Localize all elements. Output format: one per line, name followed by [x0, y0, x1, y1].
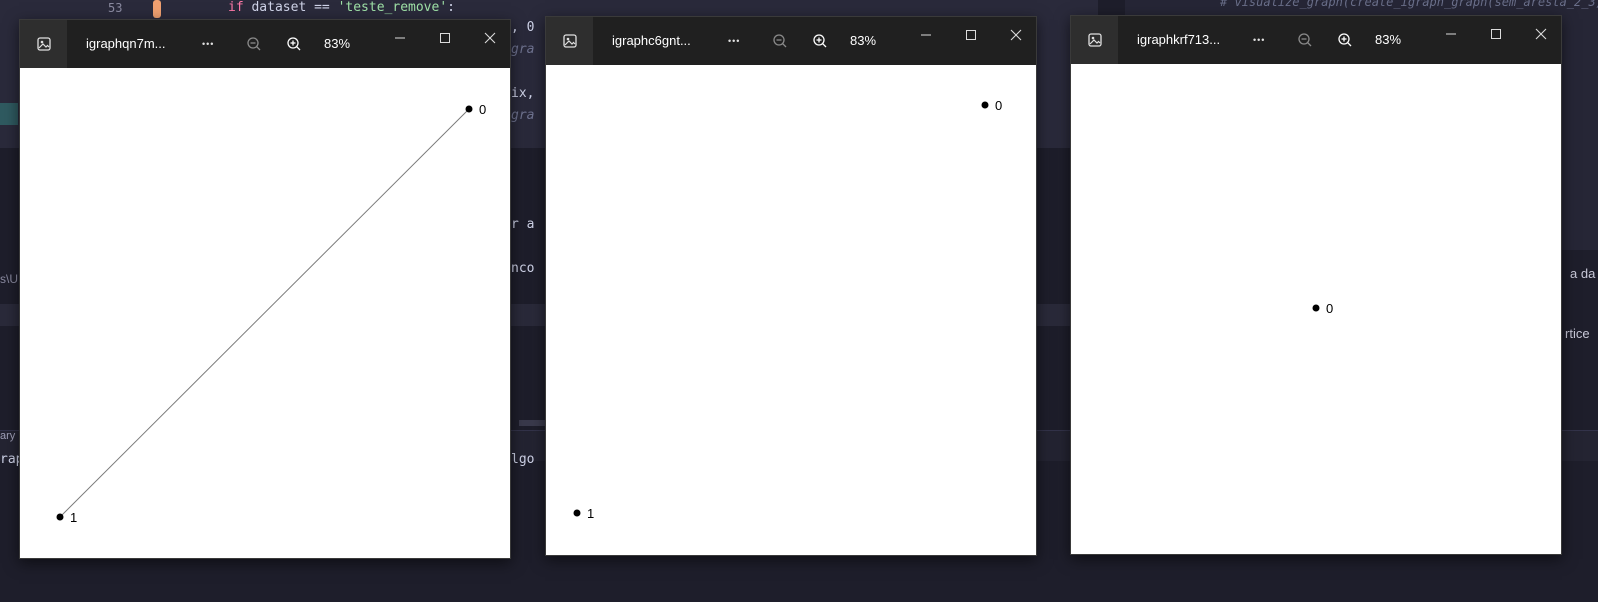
close-icon[interactable] [480, 28, 500, 48]
code-line-53[interactable]: if dataset == 'teste_remove': [228, 0, 455, 15]
panel-label-fragment: ary [0, 430, 16, 442]
image-viewer-window-3[interactable]: igraphkrf713... ••• 83% 0 [1070, 15, 1562, 555]
graph-vertex [1312, 304, 1320, 312]
vertex-label: 1 [70, 510, 77, 525]
vertex-label: 0 [479, 102, 486, 117]
zoom-in-icon[interactable] [1335, 30, 1355, 50]
maximize-icon[interactable] [435, 28, 455, 48]
vertex-label: 0 [995, 98, 1002, 113]
graph-vertex [56, 513, 64, 521]
zoom-in-icon[interactable] [810, 31, 830, 51]
graph-image-canvas: 01 [546, 65, 1036, 555]
zoom-out-icon[interactable] [1295, 30, 1315, 50]
current-line-highlight [0, 103, 18, 125]
close-icon[interactable] [1531, 24, 1551, 44]
window-title: igraphqn7m... [86, 36, 166, 51]
code-fragment: gra [511, 108, 535, 123]
graph-vertex [465, 105, 473, 113]
code-fragment: gra [511, 42, 535, 57]
code-fragment: , 0 [511, 20, 535, 35]
code-fragment: r a [511, 217, 535, 232]
code-fragment: lgo [511, 452, 535, 467]
code-fragment: ix, [511, 86, 535, 101]
code-colon: : [447, 0, 455, 15]
line-number-53: 53 [108, 1, 123, 15]
image-viewer-window-1[interactable]: igraphqn7m... ••• 83% 0 1 [19, 19, 511, 559]
zoom-level[interactable]: 83% [1375, 16, 1401, 64]
image-viewer-window-2[interactable]: igraphc6gnt... ••• 83% 0 1 [545, 16, 1037, 556]
code-comment: # visualize_graph(create_igraph_graph(se… [1220, 0, 1598, 9]
keyword-if: if [228, 0, 244, 15]
vertex-label: 1 [587, 506, 594, 521]
vertex-label: 0 [1326, 301, 1333, 316]
image-icon [1071, 16, 1118, 64]
path-fragment: s\U [0, 272, 18, 286]
side-text-fragment: rtice [1565, 326, 1590, 341]
zoom-in-icon[interactable] [284, 34, 304, 54]
minimize-icon[interactable] [1441, 24, 1461, 44]
maximize-icon[interactable] [1486, 24, 1506, 44]
code-fragment: nco [511, 261, 535, 276]
close-icon[interactable] [1006, 25, 1026, 45]
window-title: igraphc6gnt... [612, 33, 691, 48]
more-icon[interactable]: ••• [1253, 16, 1265, 64]
minimize-icon[interactable] [390, 28, 410, 48]
graph-plot: 01 [573, 98, 1002, 521]
graph-vertex [981, 101, 989, 109]
code-text: dataset == [243, 0, 338, 15]
more-icon[interactable]: ••• [202, 20, 214, 68]
zoom-out-icon[interactable] [770, 31, 790, 51]
image-icon [20, 20, 67, 68]
graph-plot: 01 [56, 102, 486, 525]
maximize-icon[interactable] [961, 25, 981, 45]
graph-edge [59, 108, 470, 518]
more-icon[interactable]: ••• [728, 17, 740, 65]
window-titlebar[interactable]: igraphc6gnt... ••• 83% [546, 17, 1036, 65]
zoom-out-icon[interactable] [244, 34, 264, 54]
graph-plot: 0 [1312, 301, 1333, 316]
string-literal: 'teste_remove' [337, 0, 448, 15]
minimize-icon[interactable] [916, 25, 936, 45]
fold-marker[interactable] [153, 0, 161, 18]
graph-vertex [573, 509, 581, 517]
image-icon [546, 17, 593, 65]
window-titlebar[interactable]: igraphqn7m... ••• 83% [20, 20, 510, 68]
window-title: igraphkrf713... [1137, 32, 1221, 47]
zoom-level[interactable]: 83% [324, 20, 350, 68]
window-titlebar[interactable]: igraphkrf713... ••• 83% [1071, 16, 1561, 64]
zoom-level[interactable]: 83% [850, 17, 876, 65]
graph-image-canvas: 01 [20, 68, 510, 558]
side-text-fragment: a da [1570, 266, 1596, 281]
graph-image-canvas: 0 [1071, 64, 1561, 554]
